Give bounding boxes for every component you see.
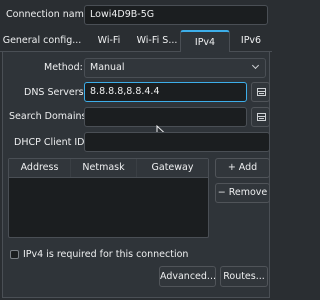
- search-domains-label: Search Domains:: [9, 111, 90, 122]
- tab-general-config[interactable]: General config...: [0, 30, 84, 52]
- column-netmask[interactable]: Netmask: [71, 159, 137, 177]
- connection-name-label: Connection name:: [6, 9, 93, 20]
- method-select[interactable]: Manual: [84, 58, 266, 78]
- list-edit-icon: [257, 113, 266, 121]
- list-edit-icon: [257, 88, 266, 96]
- method-value: Manual: [90, 62, 125, 73]
- address-table-header: Address Netmask Gateway: [9, 159, 208, 178]
- advanced-button[interactable]: Advanced...: [159, 266, 216, 287]
- search-domains-input[interactable]: [84, 107, 247, 127]
- tab-ipv6[interactable]: IPv6: [230, 30, 272, 52]
- column-gateway[interactable]: Gateway: [137, 159, 208, 177]
- dhcp-client-id-input[interactable]: [84, 132, 270, 152]
- chevron-down-icon: [251, 61, 260, 70]
- dns-servers-edit-button[interactable]: [251, 82, 270, 102]
- search-domains-edit-button[interactable]: [251, 107, 270, 127]
- add-button[interactable]: + Add: [215, 158, 270, 178]
- address-table[interactable]: Address Netmask Gateway: [8, 158, 209, 238]
- column-address[interactable]: Address: [9, 159, 71, 177]
- connection-name-input[interactable]: Lowi4D9B-5G: [84, 5, 268, 25]
- dns-servers-label: DNS Servers:: [24, 87, 87, 98]
- dns-servers-input[interactable]: 8.8.8.8,8.8.4.4: [84, 82, 247, 102]
- tab-wifi-security[interactable]: Wi-Fi S...: [134, 30, 180, 52]
- remove-button[interactable]: − Remove: [215, 183, 270, 203]
- dhcp-client-id-label: DHCP Client ID:: [14, 137, 88, 148]
- tab-ipv4[interactable]: IPv4: [180, 30, 230, 53]
- routes-button[interactable]: Routes...: [220, 266, 268, 287]
- method-label: Method:: [44, 62, 83, 73]
- tab-wifi[interactable]: Wi-Fi: [84, 30, 134, 52]
- ipv4-required-label: IPv4 is required for this connection: [23, 249, 189, 260]
- ipv4-required-checkbox[interactable]: [10, 250, 19, 259]
